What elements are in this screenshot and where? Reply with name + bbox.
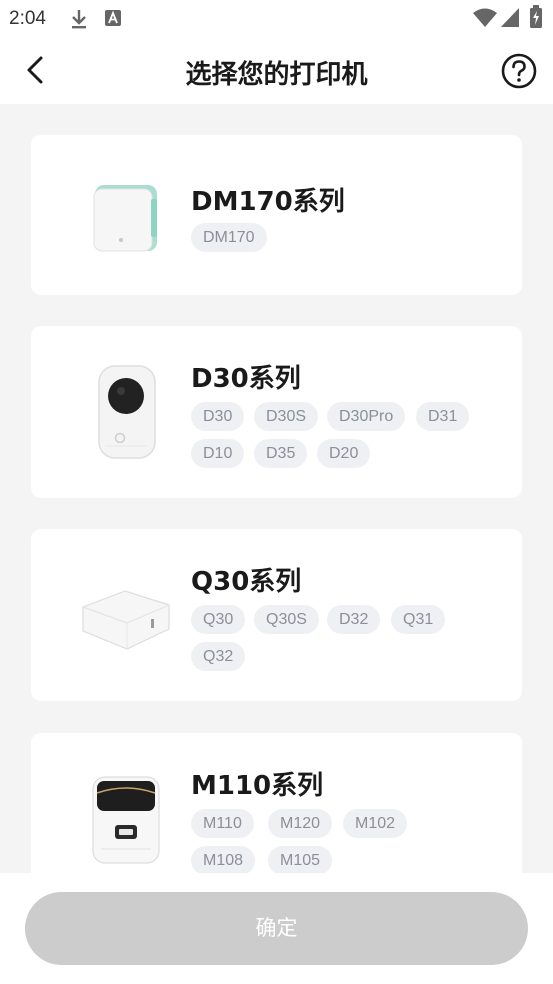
model-chip[interactable]: M108 — [191, 846, 256, 873]
signal-icon — [500, 7, 520, 33]
model-chip[interactable]: Q31 — [391, 605, 446, 634]
model-chip[interactable]: D32 — [327, 605, 381, 634]
series-card-d30[interactable]: D30系列 D30 D30S D30Pro D31 D10 D35 D20 — [31, 326, 522, 498]
printer-image-d30 — [95, 362, 157, 466]
series-card-m110[interactable]: M110系列 M110 M120 M102 M108 M105 — [31, 733, 522, 873]
font-app-icon — [104, 9, 122, 31]
printer-image-dm170 — [91, 177, 161, 261]
model-chip[interactable]: Q30S — [254, 605, 319, 634]
printer-image-m110 — [91, 773, 161, 869]
model-chip[interactable]: D35 — [254, 439, 308, 468]
battery-icon — [529, 5, 543, 33]
series-title: D30系列 — [191, 364, 301, 394]
model-chip[interactable]: DM170 — [191, 223, 267, 252]
status-time: 2:04 — [9, 8, 46, 29]
model-chip[interactable]: Q30 — [191, 605, 246, 634]
download-icon — [69, 8, 89, 34]
model-chip[interactable]: M105 — [268, 846, 333, 873]
series-card-dm170[interactable]: DM170系列 DM170 — [31, 135, 522, 295]
model-chip[interactable]: D20 — [317, 439, 371, 468]
printer-image-q30 — [79, 585, 173, 659]
model-chip[interactable]: Q32 — [191, 642, 246, 671]
model-chip[interactable]: M110 — [191, 809, 254, 838]
confirm-button[interactable]: 确定 — [25, 892, 528, 965]
series-title: Q30系列 — [191, 567, 302, 597]
wifi-icon — [472, 7, 498, 33]
model-chip[interactable]: D30 — [191, 402, 245, 431]
printer-series-list[interactable]: DM170系列 DM170 D30系列 D30 D30S D30Pro D31 … — [0, 104, 553, 873]
model-chip[interactable]: M102 — [343, 809, 408, 838]
model-chip[interactable]: D30S — [254, 402, 319, 431]
page-title: 选择您的打印机 — [185, 60, 368, 90]
help-button[interactable] — [500, 52, 538, 90]
series-card-q30[interactable]: Q30系列 Q30 Q30S D32 Q31 Q32 — [31, 529, 522, 701]
header: 选择您的打印机 — [0, 36, 553, 104]
series-title: DM170系列 — [191, 187, 345, 217]
model-chip[interactable]: D10 — [191, 439, 245, 468]
footer: 确定 — [0, 873, 553, 984]
model-chip[interactable]: D30Pro — [327, 402, 406, 431]
model-chip[interactable]: D31 — [416, 402, 470, 431]
model-chip[interactable]: M120 — [268, 809, 333, 838]
series-title: M110系列 — [191, 771, 324, 801]
status-bar: 2:04 — [0, 0, 553, 36]
question-circle-icon — [501, 53, 537, 89]
